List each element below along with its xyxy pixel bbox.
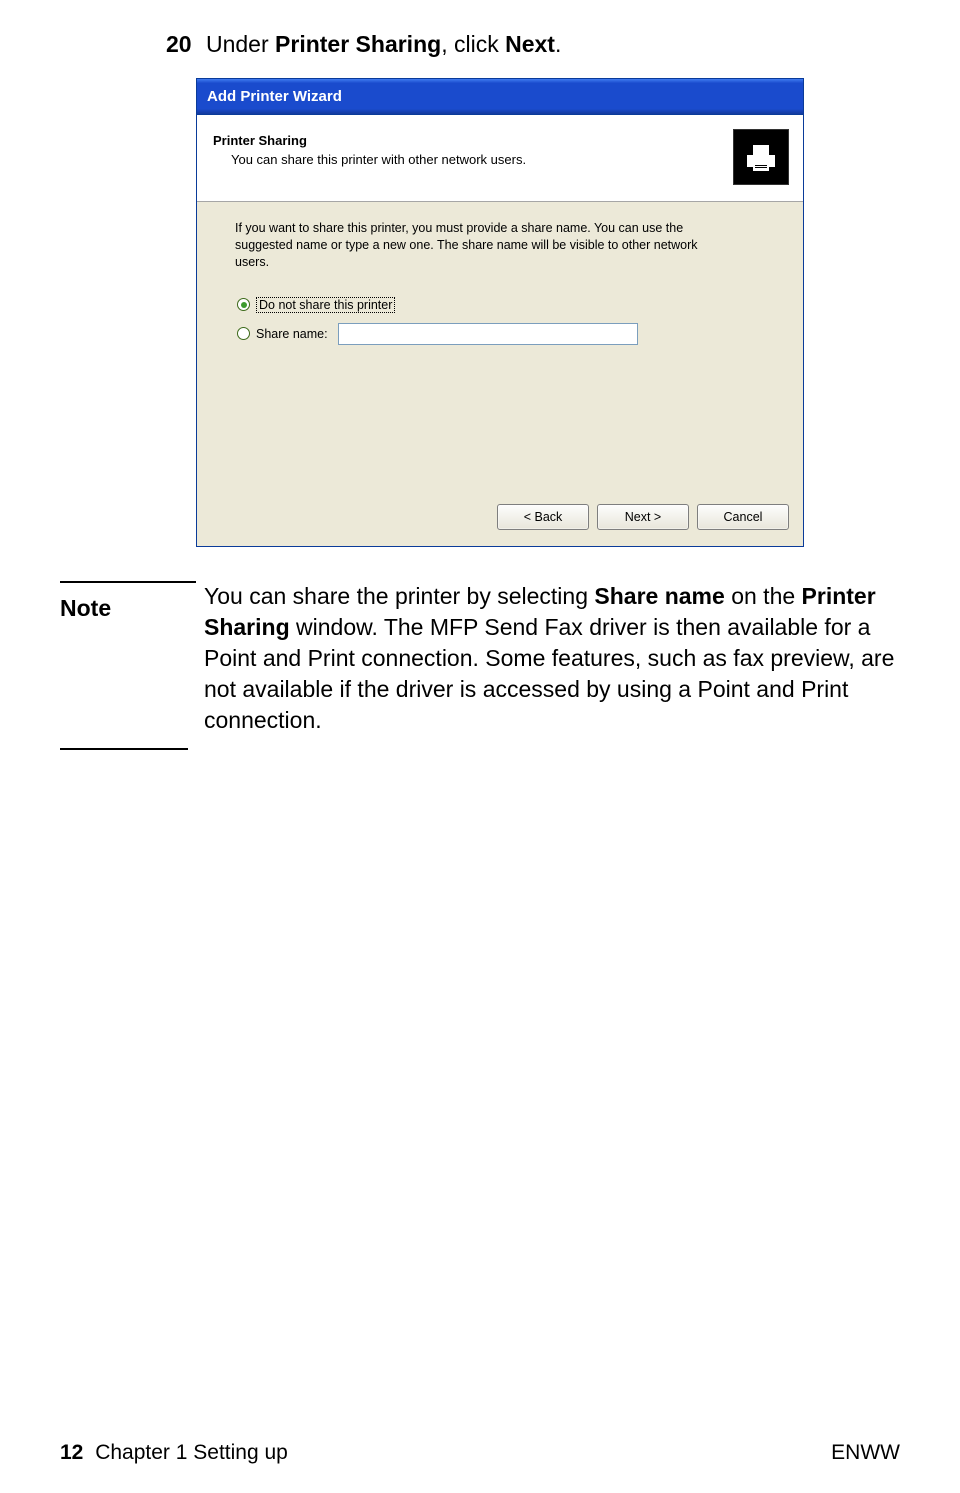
dialog-header-title: Printer Sharing: [213, 133, 723, 148]
dialog-title: Add Printer Wizard: [207, 88, 342, 105]
back-button[interactable]: < Back: [497, 504, 589, 530]
radio-do-not-share-label: Do not share this printer: [256, 297, 395, 313]
note-block: Note You can share the printer by select…: [60, 581, 900, 736]
step-bold-next: Next: [505, 31, 555, 57]
step-text-post: .: [555, 31, 561, 57]
page-footer: 12 Chapter 1 Setting up ENWW: [0, 1441, 960, 1465]
step-bold-printer-sharing: Printer Sharing: [275, 31, 441, 57]
dialog-header-subtitle: You can share this printer with other ne…: [231, 152, 723, 167]
share-name-input[interactable]: [338, 323, 638, 345]
radio-icon: [237, 327, 250, 340]
note-top-rule: [60, 581, 196, 583]
dialog-client-area: If you want to share this printer, you m…: [197, 202, 803, 492]
next-button[interactable]: Next >: [597, 504, 689, 530]
note-body: You can share the printer by selecting S…: [196, 581, 900, 736]
radio-icon: [237, 298, 250, 311]
radio-do-not-share[interactable]: Do not share this printer: [237, 297, 767, 313]
radio-share-name-label: Share name:: [256, 327, 328, 341]
footer-chapter: Chapter 1 Setting up: [95, 1441, 288, 1464]
note-label: Note: [60, 593, 196, 624]
step-number: 20: [166, 31, 192, 57]
printer-icon: [733, 129, 789, 185]
footer-right: ENWW: [831, 1441, 900, 1465]
dialog-header-pane: Printer Sharing You can share this print…: [197, 115, 803, 202]
step-text-pre: Under: [206, 31, 275, 57]
cancel-button[interactable]: Cancel: [697, 504, 789, 530]
footer-left: 12 Chapter 1 Setting up: [60, 1441, 288, 1465]
note-bottom-rule: [60, 748, 188, 750]
step-line: 20 Under Printer Sharing, click Next.: [166, 30, 900, 60]
radio-share-name[interactable]: Share name:: [237, 323, 767, 345]
note-bold-share-name: Share name: [594, 583, 724, 609]
add-printer-wizard-dialog: Add Printer Wizard Printer Sharing You c…: [196, 78, 804, 547]
dialog-button-row: < Back Next > Cancel: [197, 492, 803, 546]
footer-page-number: 12: [60, 1441, 83, 1464]
step-text-mid: , click: [441, 31, 505, 57]
dialog-description: If you want to share this printer, you m…: [235, 220, 735, 271]
dialog-titlebar: Add Printer Wizard: [197, 79, 803, 115]
